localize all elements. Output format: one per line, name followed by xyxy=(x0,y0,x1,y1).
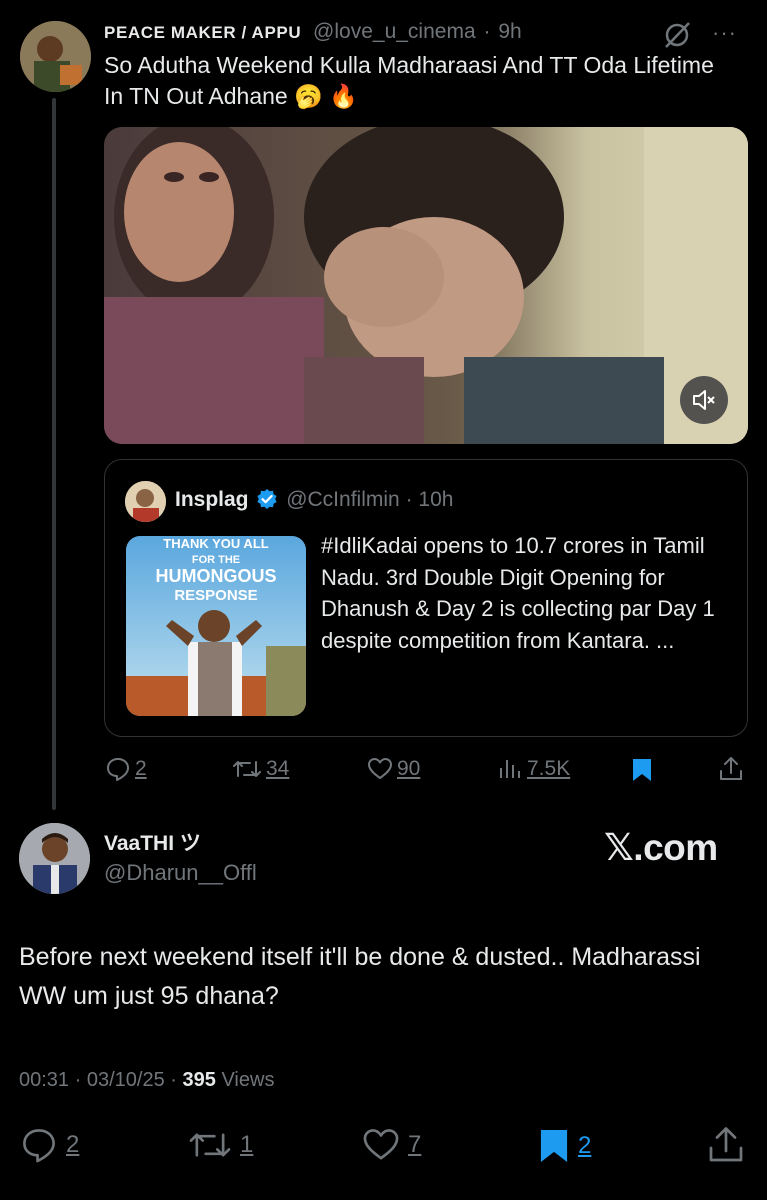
thumb-text-big2: RESPONSE xyxy=(174,587,257,604)
reply-author-handle[interactable]: @Dharun__Offl xyxy=(104,860,257,886)
bookmark-icon xyxy=(540,1130,568,1162)
reply-like-button[interactable]: 7 xyxy=(362,1126,421,1164)
verified-badge-icon xyxy=(257,489,277,509)
reply-time[interactable]: 00:31 xyxy=(19,1069,69,1091)
quote-author-avatar xyxy=(125,481,166,522)
reply-reply-count: 2 xyxy=(66,1131,80,1158)
author-name[interactable]: PEACE MAKER / APPU xyxy=(104,23,301,42)
reply-bookmark-button[interactable]: 2 xyxy=(538,1126,591,1166)
mute-button[interactable] xyxy=(680,376,728,424)
reply-icon xyxy=(107,758,129,781)
reply-reply-button[interactable]: 2 xyxy=(20,1126,79,1164)
quote-author-handle: @CcInfilmin xyxy=(286,488,400,511)
reply-like-count: 7 xyxy=(408,1131,422,1158)
x-watermark: 𝕏.com xyxy=(604,827,718,868)
retweet-count: 34 xyxy=(266,757,290,780)
reply-button[interactable]: 2 xyxy=(105,756,147,782)
retweet-icon xyxy=(189,1133,231,1157)
reply-text: Before next weekend itself it'll be done… xyxy=(19,943,701,1010)
quote-author-name: Insplag xyxy=(175,488,249,511)
grok-icon[interactable] xyxy=(662,20,692,50)
views-button[interactable]: 7.5K xyxy=(497,756,570,782)
reply-meta: 00:31 · 03/10/25 · 395 Views xyxy=(19,1069,274,1092)
time-separator: · xyxy=(483,20,491,43)
quote-thumbnail: THANK YOU ALL FOR THE HUMONGOUS RESPONSE xyxy=(126,536,306,716)
retweet-button[interactable]: 34 xyxy=(232,756,289,782)
share-icon xyxy=(720,757,742,780)
reply-views-count: 395 xyxy=(182,1069,216,1091)
meta-dot-2: · xyxy=(170,1069,177,1091)
author-avatar[interactable] xyxy=(20,21,91,92)
video-frame xyxy=(104,127,748,444)
share-button[interactable] xyxy=(718,755,744,788)
reply-bookmark-count: 2 xyxy=(578,1132,592,1159)
heart-icon xyxy=(368,758,392,779)
more-options-icon[interactable]: ··· xyxy=(712,20,737,46)
reply-views-label: Views xyxy=(221,1069,275,1091)
reply-date[interactable]: 03/10/25 xyxy=(87,1069,165,1091)
retweet-icon xyxy=(233,761,261,777)
thumb-text-big: HUMONGOUS xyxy=(156,566,277,586)
reply-author-avatar[interactable] xyxy=(19,823,90,894)
share-icon xyxy=(709,1127,743,1162)
tweet-header: PEACE MAKER / APPU @love_u_cinema · 9h xyxy=(104,20,522,44)
reply-share-button[interactable] xyxy=(706,1124,746,1171)
author-handle[interactable]: @love_u_cinema xyxy=(313,20,476,43)
quote-header: Insplag @CcInfilmin · 10h xyxy=(175,488,453,512)
tweet-text: So Adutha Weekend Kulla Madharaasi And T… xyxy=(104,52,714,109)
quoted-tweet[interactable]: Insplag @CcInfilmin · 10h THANK YOU ALL … xyxy=(104,459,748,737)
bookmark-icon xyxy=(633,759,651,781)
thumb-text-mid: FOR THE xyxy=(192,554,240,566)
reply-count: 2 xyxy=(135,757,147,780)
quote-time-separator: · xyxy=(405,488,413,511)
thread-connector xyxy=(52,98,56,810)
quote-text: #IdliKadai opens to 10.7 crores in Tamil… xyxy=(321,533,715,653)
reply-retweet-count: 1 xyxy=(240,1131,254,1158)
like-button[interactable]: 90 xyxy=(367,756,420,782)
like-count: 90 xyxy=(397,757,421,780)
quote-time: 10h xyxy=(418,488,454,511)
mute-icon xyxy=(693,390,715,410)
views-icon xyxy=(500,760,520,778)
avatar-image xyxy=(20,21,91,92)
reply-icon xyxy=(23,1129,55,1163)
thumb-text-top: THANK YOU ALL xyxy=(163,536,269,551)
bookmark-button[interactable] xyxy=(631,757,653,788)
reply-author-name[interactable]: VaaTHI ツ xyxy=(104,827,201,857)
reply-retweet-button[interactable]: 1 xyxy=(188,1126,253,1164)
tweet-video[interactable] xyxy=(104,127,748,444)
heart-icon xyxy=(363,1129,399,1160)
tweet-time[interactable]: 9h xyxy=(498,20,521,43)
views-count: 7.5K xyxy=(527,757,571,780)
meta-dot-1: · xyxy=(74,1069,82,1091)
